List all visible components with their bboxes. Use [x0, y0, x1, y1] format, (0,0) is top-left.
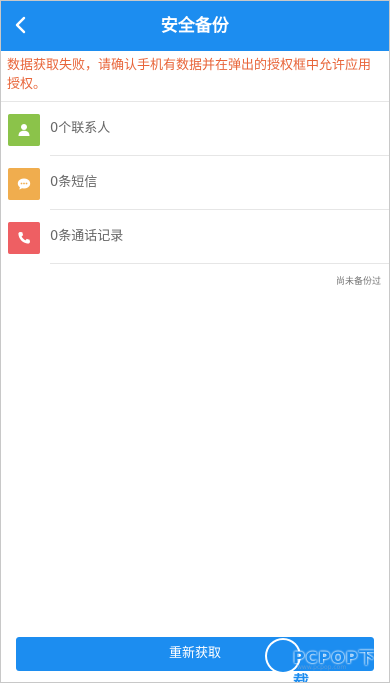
- list-item-label: 0条短信: [50, 175, 98, 190]
- app-screen: 安全备份 数据获取失败，请确认手机有数据并在弹出的授权框中允许应用授权。 0个联…: [0, 0, 390, 683]
- list-item-call-log[interactable]: 0条通话记录: [1, 210, 389, 264]
- list-item-contacts[interactable]: 0个联系人: [1, 102, 389, 156]
- watermark-subtext: www.pcpop.com: [297, 664, 347, 671]
- divider: [50, 263, 389, 264]
- page-title: 安全备份: [161, 16, 229, 36]
- person-icon: [18, 124, 30, 136]
- list-item-label: 0个联系人: [50, 121, 111, 136]
- list-item-label: 0条通话记录: [50, 229, 124, 244]
- watermark-logo: PCPOP下载 www.pcpop.com: [267, 638, 385, 682]
- sms-icon-tile: [8, 168, 40, 200]
- phone-icon: [18, 232, 30, 244]
- error-message: 数据获取失败，请确认手机有数据并在弹出的授权框中允许应用授权。: [7, 58, 372, 92]
- chat-bubble-icon: [17, 178, 31, 190]
- backup-status-note: 尚未备份过: [335, 277, 381, 287]
- list-item-sms[interactable]: 0条短信: [1, 156, 389, 210]
- title-bar: 安全备份: [1, 1, 389, 51]
- contacts-icon-tile: [8, 114, 40, 146]
- call-log-icon-tile: [8, 222, 40, 254]
